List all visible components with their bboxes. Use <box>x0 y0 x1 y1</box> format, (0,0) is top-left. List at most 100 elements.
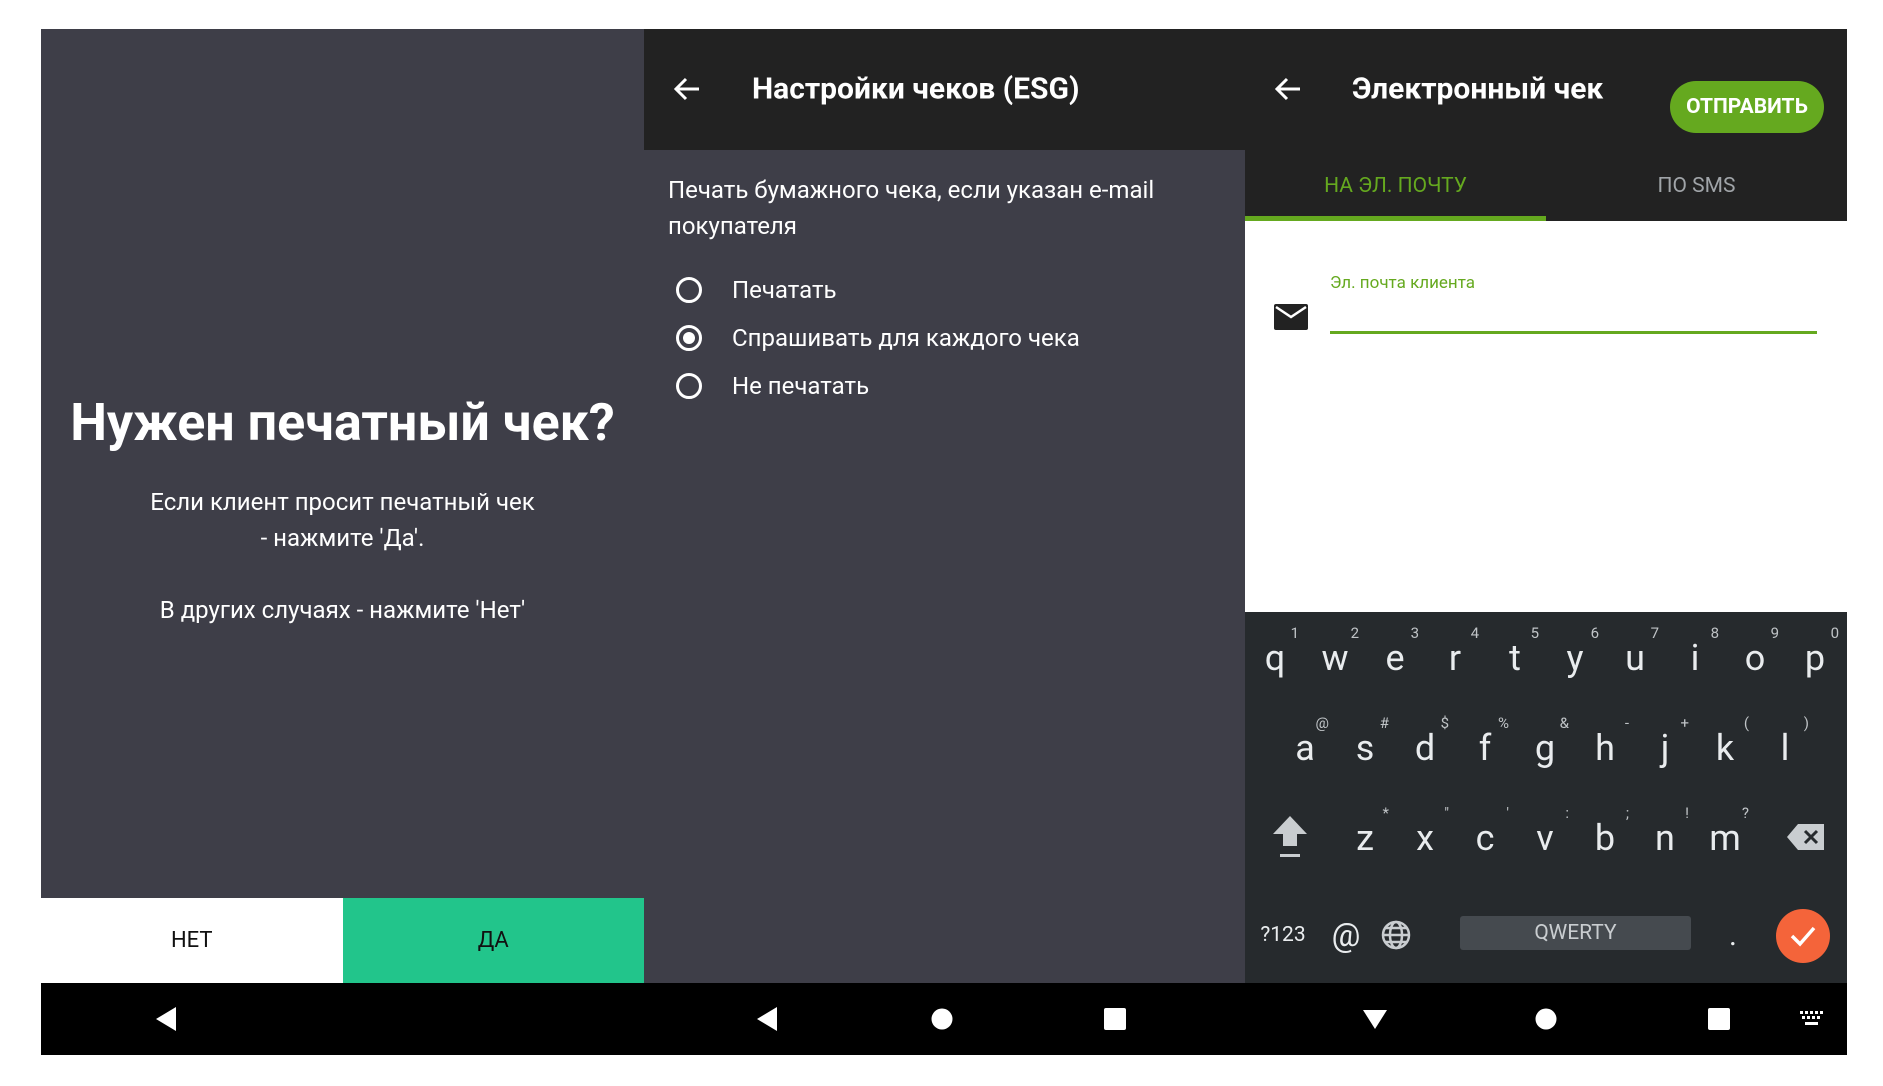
key-y[interactable]: 6y <box>1545 612 1605 702</box>
shift-key[interactable] <box>1245 792 1335 882</box>
key-char: j <box>1660 727 1670 769</box>
space-bar[interactable]: QWERTY <box>1460 916 1691 950</box>
key-f[interactable]: % f <box>1455 702 1515 792</box>
key-r[interactable]: 4r <box>1425 612 1485 702</box>
done-key[interactable] <box>1776 909 1830 963</box>
key-char: k <box>1715 727 1735 769</box>
radio-label: Печатать <box>732 276 837 304</box>
key-v[interactable]: :v <box>1515 792 1575 882</box>
radio-option-no-print[interactable]: Не печатать <box>676 362 869 410</box>
send-button[interactable]: ОТПРАВИТЬ <box>1670 81 1824 133</box>
key-g[interactable]: & g <box>1515 702 1575 792</box>
yes-button[interactable]: ДА <box>342 898 644 983</box>
key-char: x <box>1416 817 1434 859</box>
nav-home-button[interactable] <box>917 983 967 1055</box>
nav-back-button[interactable] <box>742 983 792 1055</box>
symbols-key[interactable]: ?123 <box>1245 912 1321 958</box>
nav-hide-keyboard-button[interactable] <box>1350 983 1400 1055</box>
tab-email[interactable]: НА ЭЛ. ПОЧТУ <box>1245 150 1546 221</box>
key-h[interactable]: -h <box>1575 702 1635 792</box>
key-b[interactable]: ; b <box>1575 792 1635 882</box>
active-tab-indicator <box>1245 216 1546 221</box>
shift-arrow-icon <box>1273 816 1307 857</box>
radio-button[interactable] <box>676 373 702 399</box>
key-q[interactable]: 1q <box>1245 612 1305 702</box>
key-i[interactable]: 8i <box>1665 612 1725 702</box>
prompt-title: Нужен печатный чек? <box>70 392 615 453</box>
no-button[interactable]: НЕТ <box>41 898 343 983</box>
mail-icon <box>1274 304 1308 330</box>
language-key[interactable] <box>1373 912 1419 958</box>
key-char: o <box>1744 637 1766 679</box>
key-char: z <box>1356 817 1374 859</box>
email-field[interactable] <box>1330 295 1817 334</box>
recents-square-icon <box>1708 1008 1730 1030</box>
key-u[interactable]: 7u <box>1605 612 1665 702</box>
key-char: c <box>1475 817 1495 859</box>
app-bar: Электронный чек ОТПРАВИТЬ НА ЭЛ. ПОЧТУ П… <box>1245 29 1847 221</box>
key-char: b <box>1594 817 1616 859</box>
down-triangle-icon <box>1363 1010 1387 1029</box>
system-nav-bar <box>1245 983 1847 1055</box>
nav-keyboard-switcher[interactable] <box>1787 983 1837 1055</box>
receipt-print-prompt-screen: Нужен печатный чек? Если клиент просит п… <box>41 29 644 1055</box>
radio-button-selected[interactable] <box>676 325 702 351</box>
radio-option-print[interactable]: Печатать <box>676 266 837 314</box>
key-c[interactable]: ' c <box>1455 792 1515 882</box>
key-l[interactable]: ) l <box>1755 702 1815 792</box>
key-j[interactable]: + j <box>1635 702 1695 792</box>
globe-icon <box>1381 920 1411 950</box>
nav-back-button[interactable] <box>141 983 191 1055</box>
key-n[interactable]: ! n <box>1635 792 1695 882</box>
key-o[interactable]: 9o <box>1725 612 1785 702</box>
home-circle-icon <box>1535 1008 1557 1030</box>
key-char: l <box>1780 727 1790 769</box>
key-d[interactable]: $ d <box>1395 702 1455 792</box>
key-char: s <box>1355 727 1375 769</box>
key-a[interactable]: @ a <box>1275 702 1335 792</box>
backspace-icon <box>1787 824 1824 850</box>
tab-label: НА ЭЛ. ПОЧТУ <box>1324 173 1467 198</box>
key-char: v <box>1536 817 1554 859</box>
key-char: t <box>1509 637 1521 679</box>
key-char: w <box>1321 637 1349 679</box>
key-char: i <box>1690 637 1700 679</box>
key-z[interactable]: * z <box>1335 792 1395 882</box>
key-t[interactable]: 5t <box>1485 612 1545 702</box>
back-arrow-button[interactable] <box>670 72 704 106</box>
key-s[interactable]: # s <box>1335 702 1395 792</box>
answer-buttons: НЕТ ДА <box>41 898 644 983</box>
key-w[interactable]: 2w <box>1305 612 1365 702</box>
key-char: a <box>1295 727 1315 769</box>
back-arrow-button[interactable] <box>1271 72 1305 106</box>
key-e[interactable]: 3e <box>1365 612 1425 702</box>
key-p[interactable]: 0p <box>1785 612 1845 702</box>
key-char: m <box>1709 817 1741 859</box>
home-circle-icon <box>931 1008 953 1030</box>
key-k[interactable]: (k <box>1695 702 1755 792</box>
page-title: Настройки чеков (ESG) <box>752 71 1080 107</box>
at-key[interactable]: @ <box>1323 912 1369 958</box>
nav-recents-button[interactable] <box>1694 983 1744 1055</box>
radio-label: Не печатать <box>732 372 870 400</box>
nav-home-button[interactable] <box>1521 983 1571 1055</box>
receipt-settings-screen: Настройки чеков (ESG) Печать бумажного ч… <box>644 29 1245 1055</box>
prompt-text-line-3: В других случаях - нажмите 'Нет' <box>159 596 526 624</box>
key-char: f <box>1478 727 1492 769</box>
backspace-key[interactable] <box>1765 792 1847 882</box>
radio-option-ask[interactable]: Спрашивать для каждого чека <box>676 314 1080 362</box>
recents-square-icon <box>1104 1008 1126 1030</box>
keyboard-icon <box>1800 1011 1823 1025</box>
key-m[interactable]: ? m <box>1695 792 1755 882</box>
radio-label: Спрашивать для каждого чека <box>732 324 1080 352</box>
arrow-left-icon <box>1274 77 1300 101</box>
nav-recents-button[interactable] <box>1090 983 1140 1055</box>
key-char: n <box>1655 817 1675 859</box>
tab-sms[interactable]: ПО SMS <box>1546 150 1847 221</box>
key-x[interactable]: " x <box>1395 792 1455 882</box>
radio-button[interactable] <box>676 277 702 303</box>
electronic-receipt-screen: Электронный чек ОТПРАВИТЬ НА ЭЛ. ПОЧТУ П… <box>1245 29 1847 1055</box>
key-char: r <box>1448 637 1462 679</box>
period-key[interactable]: . <box>1710 912 1756 958</box>
system-nav-bar <box>644 983 1245 1055</box>
